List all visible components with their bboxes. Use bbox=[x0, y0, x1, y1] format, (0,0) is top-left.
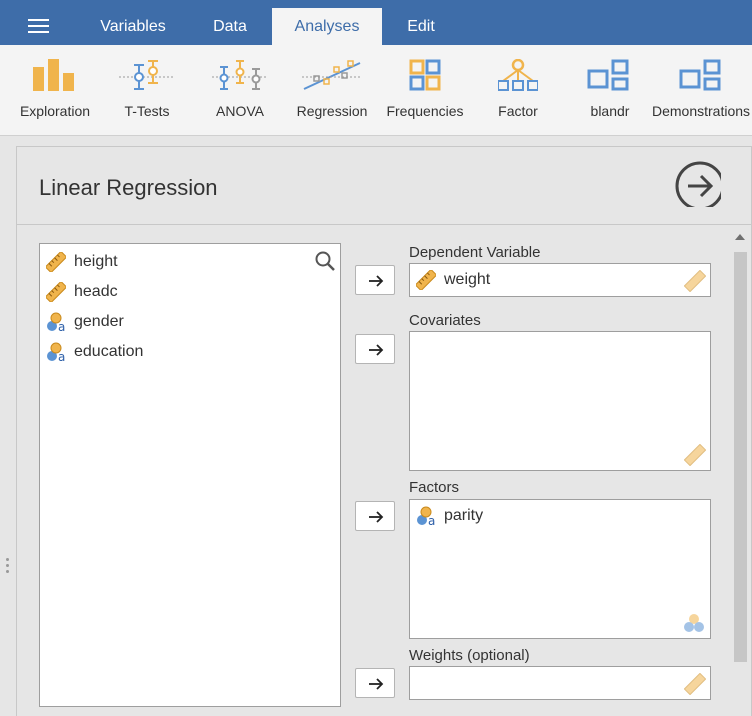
tab-variables[interactable]: Variables bbox=[88, 8, 178, 45]
ruler-icon bbox=[46, 282, 66, 302]
continuous-hint-icon bbox=[684, 270, 706, 292]
ribbon-exploration-button[interactable]: Exploration bbox=[10, 45, 100, 135]
panel-scrollbar[interactable] bbox=[733, 232, 747, 716]
scrollbar-thumb[interactable] bbox=[734, 252, 747, 662]
frequencies-icon bbox=[409, 59, 441, 91]
variable-name: education bbox=[74, 343, 144, 360]
factor-hint-icon bbox=[684, 614, 704, 632]
svg-text:a: a bbox=[58, 350, 65, 362]
top-menu-bar: Variables Data Analyses Edit bbox=[0, 0, 752, 45]
module-icon bbox=[679, 59, 721, 91]
ribbon-t-tests-button[interactable]: T-Tests bbox=[105, 45, 189, 135]
ribbon-label: Factor bbox=[498, 103, 538, 119]
hamburger-menu-icon[interactable] bbox=[28, 19, 49, 33]
analyses-ribbon: Exploration T-Tests ANOVA Regression Fre… bbox=[0, 45, 752, 136]
arrow-right-icon bbox=[369, 678, 384, 690]
covariates-label: Covariates bbox=[409, 312, 481, 329]
ribbon-label: T-Tests bbox=[124, 103, 170, 119]
tab-data[interactable]: Data bbox=[195, 8, 265, 45]
weights-label: Weights (optional) bbox=[409, 647, 530, 664]
ribbon-label: Frequencies bbox=[386, 103, 464, 119]
continuous-hint-icon bbox=[684, 673, 706, 695]
weights-box[interactable] bbox=[409, 666, 711, 700]
ribbon-factor-button[interactable]: Factor bbox=[476, 45, 560, 135]
factors-box[interactable]: a parity bbox=[409, 499, 711, 639]
move-to-weights-button[interactable] bbox=[355, 668, 395, 698]
ribbon-anova-button[interactable]: ANOVA bbox=[198, 45, 282, 135]
svg-text:a: a bbox=[428, 514, 435, 526]
run-arrow-icon[interactable] bbox=[675, 161, 721, 207]
ribbon-label: Exploration bbox=[19, 103, 91, 119]
ribbon-regression-button[interactable]: Regression bbox=[290, 45, 374, 135]
ribbon-label: ANOVA bbox=[216, 103, 264, 119]
regression-icon bbox=[302, 60, 362, 90]
analysis-title: Linear Regression bbox=[39, 175, 218, 200]
nominal-variable-icon: a bbox=[47, 312, 65, 332]
move-to-factors-button[interactable] bbox=[355, 501, 395, 531]
covariates-box[interactable] bbox=[409, 331, 711, 471]
variable-name: height bbox=[74, 253, 118, 270]
ribbon-demonstrations-button[interactable]: Demonstrations bbox=[648, 45, 752, 135]
resize-handle[interactable] bbox=[6, 558, 10, 576]
exploration-icon bbox=[33, 59, 74, 91]
variable-name: headc bbox=[74, 283, 118, 300]
factor-icon bbox=[498, 59, 538, 91]
search-icon[interactable] bbox=[314, 250, 336, 272]
move-to-covariates-button[interactable] bbox=[355, 334, 395, 364]
ribbon-blandr-button[interactable]: blandr bbox=[568, 45, 652, 135]
anova-icon bbox=[212, 60, 268, 90]
tab-analyses[interactable]: Analyses bbox=[272, 8, 382, 45]
arrow-right-icon bbox=[369, 511, 384, 523]
tab-edit[interactable]: Edit bbox=[390, 8, 452, 45]
t-tests-icon bbox=[119, 60, 175, 90]
dependent-variable-box[interactable]: weight bbox=[409, 263, 711, 297]
variable-name: parity bbox=[444, 507, 484, 524]
variable-name: gender bbox=[74, 313, 124, 330]
nominal-variable-icon: a bbox=[47, 342, 65, 362]
ruler-icon bbox=[416, 270, 436, 290]
ribbon-frequencies-button[interactable]: Frequencies bbox=[382, 45, 468, 135]
arrow-right-icon bbox=[369, 275, 384, 287]
continuous-hint-icon bbox=[684, 444, 706, 466]
ruler-icon bbox=[46, 252, 66, 272]
ribbon-label: Regression bbox=[296, 103, 368, 119]
variable-name: weight bbox=[444, 271, 491, 288]
move-to-dependent-button[interactable] bbox=[355, 265, 395, 295]
title-divider bbox=[17, 224, 751, 225]
nominal-variable-icon: a bbox=[417, 506, 435, 526]
ribbon-label: Demonstrations bbox=[652, 103, 751, 119]
module-icon bbox=[587, 59, 629, 91]
arrow-right-icon bbox=[369, 344, 384, 356]
variable-list[interactable]: height headc a gender a education bbox=[39, 243, 341, 707]
scroll-up-icon[interactable] bbox=[735, 234, 745, 240]
svg-text:a: a bbox=[58, 320, 65, 332]
ribbon-label: blandr bbox=[590, 103, 630, 119]
dependent-variable-label: Dependent Variable bbox=[409, 244, 541, 261]
factors-label: Factors bbox=[409, 479, 460, 496]
